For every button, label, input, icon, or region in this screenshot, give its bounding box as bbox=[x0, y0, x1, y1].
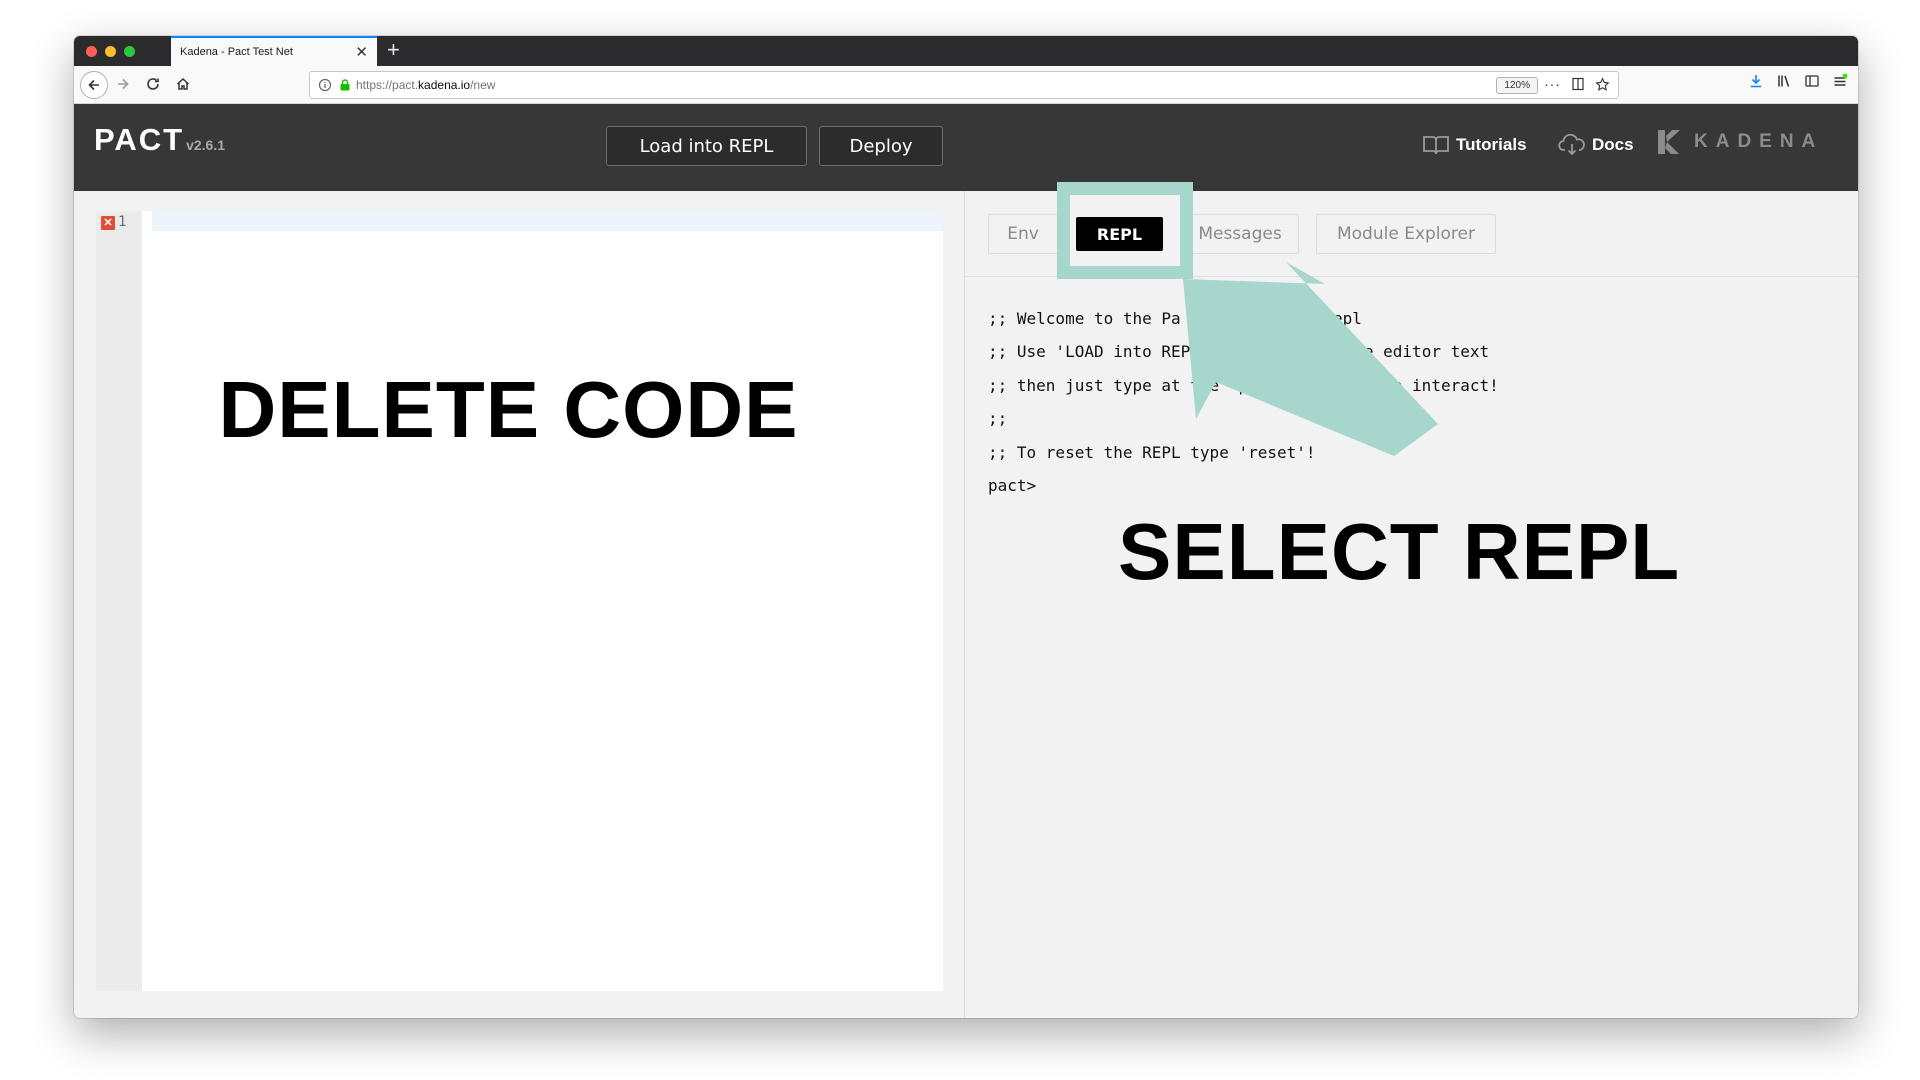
download-icon[interactable] bbox=[1748, 73, 1764, 89]
sidebar-icon[interactable] bbox=[1804, 73, 1820, 89]
home-button[interactable] bbox=[172, 73, 194, 95]
repl-prompt[interactable]: pact> bbox=[988, 469, 1499, 502]
active-line[interactable] bbox=[152, 211, 943, 231]
editor-gutter: ✕ 1 bbox=[96, 211, 142, 991]
info-icon[interactable] bbox=[318, 78, 332, 92]
back-arrow-icon bbox=[88, 79, 99, 91]
brand-name: PACT bbox=[94, 122, 185, 157]
line-number: 1 bbox=[118, 214, 127, 230]
repl-console[interactable]: ;; Welcome to the Pa eractive repl ;; Use… bbox=[988, 302, 1499, 502]
close-tab-icon[interactable]: ✕ bbox=[355, 45, 368, 60]
deploy-button[interactable]: Deploy bbox=[819, 126, 943, 166]
new-tab-icon[interactable]: + bbox=[387, 38, 400, 62]
delete-code-annotation: DELETE CODE bbox=[218, 365, 799, 454]
error-icon: ✕ bbox=[101, 216, 115, 230]
close-window-button[interactable] bbox=[86, 46, 97, 57]
tab-env[interactable]: Env bbox=[988, 214, 1058, 254]
cloud-download-icon bbox=[1558, 134, 1585, 156]
app-header: PACT v2.6.1 Load into REPL Deploy Tutoria… bbox=[74, 104, 1858, 191]
console-line: ;; then just type at the "pa prompt to in… bbox=[988, 375, 1499, 395]
back-button[interactable] bbox=[80, 71, 108, 99]
library-icon[interactable] bbox=[1776, 73, 1792, 89]
tab-module-explorer[interactable]: Module Explorer bbox=[1316, 214, 1496, 254]
console-line: ;; Use 'LOAD into REP on to execute edito… bbox=[988, 342, 1490, 362]
brand-version: v2.6.1 bbox=[186, 137, 226, 153]
console-line: ;; To reset the REPL type 'reset'! bbox=[988, 442, 1316, 462]
docs-label: Docs bbox=[1592, 135, 1634, 154]
reload-button[interactable] bbox=[142, 73, 164, 95]
tab-title: Kadena - Pact Test Net bbox=[180, 46, 293, 58]
lock-icon bbox=[340, 79, 350, 91]
pane-divider[interactable] bbox=[964, 191, 965, 1018]
tab-messages[interactable]: Messages bbox=[1181, 214, 1299, 254]
forward-button[interactable] bbox=[112, 73, 134, 95]
minimize-window-button[interactable] bbox=[105, 46, 116, 57]
maximize-window-button[interactable] bbox=[124, 46, 135, 57]
url-text: https://pact.kadena.io/new bbox=[356, 78, 496, 92]
bookmark-star-icon[interactable] bbox=[1595, 76, 1610, 92]
forward-arrow-icon bbox=[118, 78, 129, 90]
kadena-logo: KADENA bbox=[1656, 128, 1823, 156]
url-bar[interactable]: https://pact.kadena.io/new 120% ··· bbox=[309, 71, 1619, 99]
kadena-k-icon bbox=[1658, 130, 1680, 154]
book-icon bbox=[1423, 136, 1449, 155]
home-icon bbox=[176, 77, 190, 90]
repl-highlight-box bbox=[1057, 182, 1193, 279]
code-editor[interactable]: ✕ 1 bbox=[96, 211, 943, 991]
browser-window: Kadena - Pact Test Net ✕ + https://pact.… bbox=[74, 36, 1858, 1018]
reader-view-icon[interactable] bbox=[1571, 77, 1585, 91]
url-actions: ··· bbox=[1544, 76, 1610, 92]
page-actions-icon[interactable]: ··· bbox=[1544, 76, 1561, 92]
tutorials-label: Tutorials bbox=[1456, 135, 1527, 154]
console-line: ;; bbox=[988, 409, 1008, 429]
tab-strip: Kadena - Pact Test Net ✕ + bbox=[74, 36, 1858, 66]
nav-bar: https://pact.kadena.io/new 120% ··· bbox=[74, 66, 1858, 104]
reload-icon bbox=[147, 78, 159, 90]
console-line: ;; Welcome to the Pa eractive repl bbox=[988, 309, 1362, 328]
tutorials-link[interactable]: Tutorials bbox=[1422, 134, 1527, 156]
toolbar-right bbox=[1748, 73, 1848, 89]
docs-link[interactable]: Docs bbox=[1558, 134, 1634, 156]
kadena-wordmark: KADENA bbox=[1694, 131, 1824, 152]
load-into-repl-button[interactable]: Load into REPL bbox=[606, 126, 807, 166]
menu-icon[interactable] bbox=[1832, 73, 1848, 89]
select-repl-annotation: SELECT REPL bbox=[1118, 507, 1681, 596]
zoom-badge[interactable]: 120% bbox=[1496, 77, 1538, 94]
browser-tab[interactable]: Kadena - Pact Test Net ✕ bbox=[171, 36, 377, 66]
pact-logo: PACT v2.6.1 bbox=[94, 122, 225, 158]
